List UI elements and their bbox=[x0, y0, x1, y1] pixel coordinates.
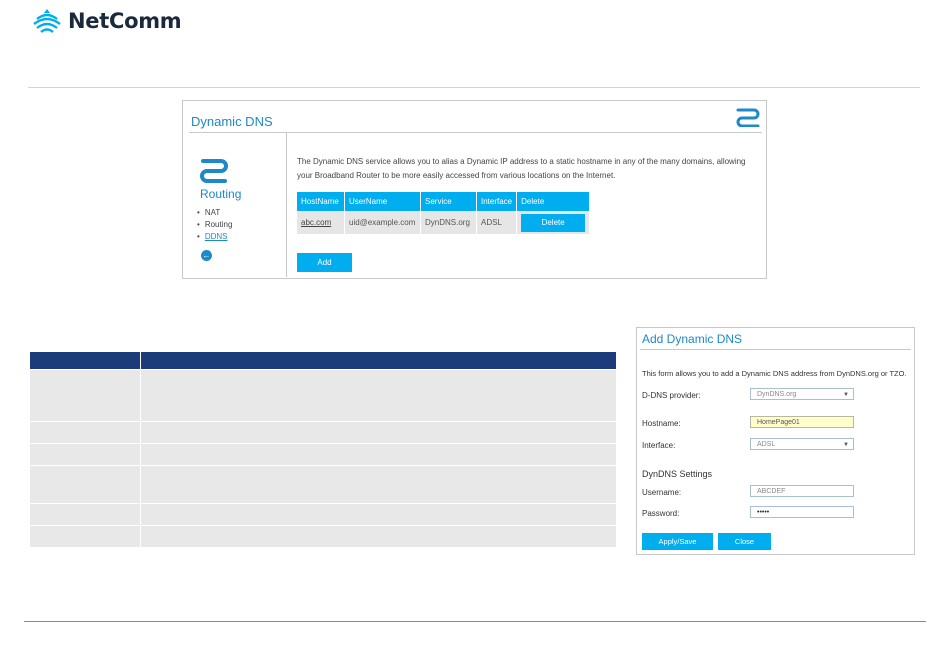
service-cell: DynDNS.org bbox=[420, 211, 477, 234]
panel-title: Dynamic DNS bbox=[191, 114, 273, 129]
table-header-row: HostName UserName Service Interface Dele… bbox=[297, 192, 591, 211]
dialog-divider bbox=[640, 349, 911, 350]
username-input[interactable]: ABCDEF bbox=[750, 485, 854, 497]
provider-label: D-DNS provider: bbox=[642, 391, 701, 400]
username-cell: uid@example.com bbox=[344, 211, 421, 234]
username-label: Username: bbox=[642, 488, 682, 497]
table-row bbox=[30, 370, 616, 422]
sidebar-item-routing[interactable]: Routing bbox=[197, 219, 233, 231]
dropdown-arrow-icon: ▼ bbox=[843, 442, 849, 448]
header-divider bbox=[28, 87, 920, 88]
footer-divider bbox=[24, 621, 926, 622]
hostname-link[interactable]: abc.com bbox=[297, 211, 345, 234]
delete-cell: Delete bbox=[516, 211, 591, 234]
routing-sidebar: Routing NAT Routing DDNS ← bbox=[183, 133, 287, 277]
col-username: UserName bbox=[344, 192, 421, 211]
add-dynamic-dns-dialog: Add Dynamic DNS This form allows you to … bbox=[636, 327, 915, 555]
sidebar-menu: NAT Routing DDNS bbox=[197, 207, 233, 243]
hostname-label: Hostname: bbox=[642, 419, 681, 428]
dialog-title: Add Dynamic DNS bbox=[642, 332, 743, 346]
sidebar-item-nat[interactable]: NAT bbox=[197, 207, 232, 219]
add-button[interactable]: Add bbox=[297, 253, 352, 272]
panel-description: The Dynamic DNS service allows you to al… bbox=[297, 157, 746, 180]
sidebar-title: Routing bbox=[200, 187, 242, 201]
col-interface: Interface bbox=[476, 192, 518, 211]
netcomm-mark-icon bbox=[736, 108, 760, 127]
ddns-table: HostName UserName Service Interface Dele… bbox=[297, 192, 591, 234]
password-label: Password: bbox=[642, 509, 680, 518]
col-delete: Delete bbox=[516, 192, 591, 211]
col-hostname: HostName bbox=[297, 192, 345, 211]
sidebar-item-ddns[interactable]: DDNS bbox=[197, 231, 232, 243]
apply-save-button[interactable]: Apply/Save bbox=[642, 533, 713, 550]
dropdown-arrow-icon: ▼ bbox=[843, 392, 849, 398]
col-service: Service bbox=[420, 192, 477, 211]
table-row bbox=[30, 504, 616, 526]
table-header-row bbox=[30, 352, 616, 370]
table-row: abc.com uid@example.com DynDNS.org ADSL … bbox=[297, 211, 591, 234]
hostname-input[interactable]: HomePage01 bbox=[750, 416, 854, 428]
field-description-table bbox=[30, 352, 616, 548]
interface-label: Interface: bbox=[642, 441, 676, 450]
routing-icon bbox=[200, 159, 228, 183]
brand-name: NetComm bbox=[68, 9, 182, 33]
table-row bbox=[30, 526, 616, 548]
close-button[interactable]: Close bbox=[718, 533, 771, 550]
table-row bbox=[30, 444, 616, 466]
interface-select[interactable]: ADSL ▼ bbox=[750, 438, 854, 450]
table-row bbox=[30, 422, 616, 444]
provider-select[interactable]: DynDNS.org ▼ bbox=[750, 388, 854, 400]
netcomm-logo: NetComm bbox=[32, 4, 182, 38]
dyndns-settings-heading: DynDNS Settings bbox=[642, 469, 713, 479]
password-input[interactable]: ••••• bbox=[750, 506, 854, 518]
dynamic-dns-panel: Dynamic DNS Routing NAT Routing DDNS ← T… bbox=[182, 100, 767, 279]
back-arrow-icon[interactable]: ← bbox=[201, 250, 212, 261]
wifi-logo-icon bbox=[33, 9, 61, 33]
interface-cell: ADSL bbox=[476, 211, 518, 234]
dialog-description: This form allows you to add a Dynamic DN… bbox=[642, 369, 907, 378]
delete-button[interactable]: Delete bbox=[521, 213, 586, 232]
table-row bbox=[30, 466, 616, 504]
